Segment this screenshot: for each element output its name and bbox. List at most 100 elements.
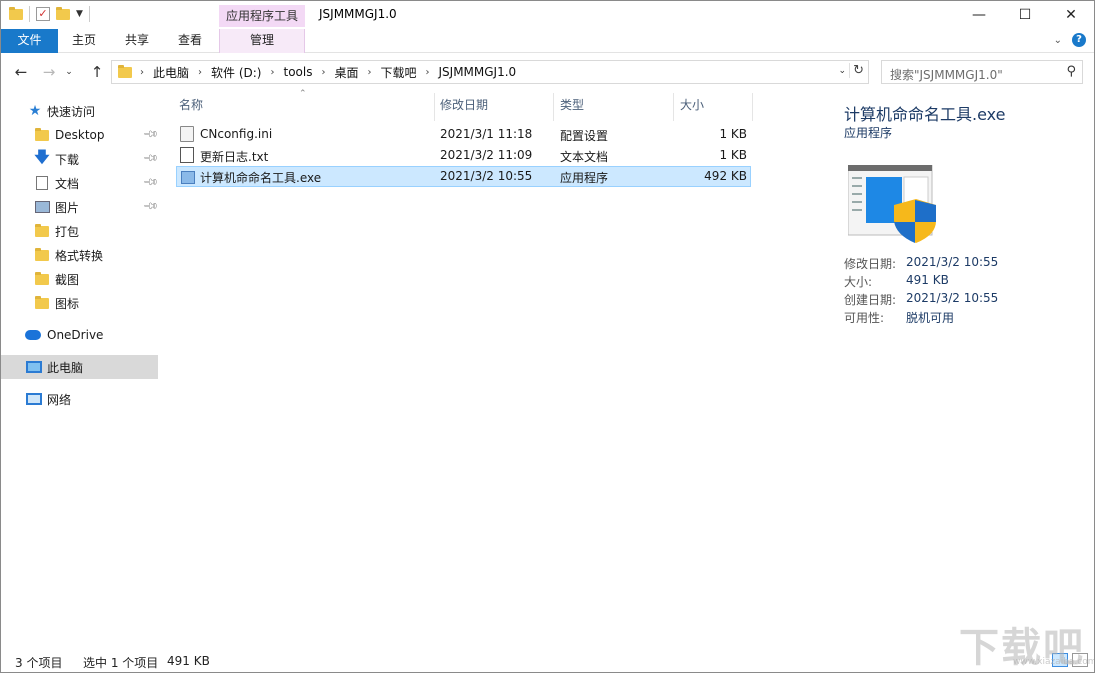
explorer-window: ✓ ▼ 应用程序工具 JSJMMMGJ1.0 — ☐ ✕ 文件 主页 共享 查看… — [0, 0, 1095, 673]
pin-icon[interactable]: 📌︎ — [142, 126, 159, 143]
column-divider[interactable] — [553, 93, 554, 121]
new-folder-icon[interactable] — [56, 6, 70, 20]
properties-icon[interactable]: ✓ — [36, 7, 50, 21]
details-pane: 计算机命命名工具.exe 应用程序 修改日期: 2021/3/2 10:55 大… — [820, 89, 1094, 641]
status-item-count: 3 个项目 — [15, 656, 63, 670]
sidebar-item-this-pc[interactable]: 此电脑 — [1, 355, 158, 379]
column-divider[interactable] — [673, 93, 674, 121]
sidebar-item-label: Desktop — [55, 128, 105, 142]
status-selection: 选中 1 个项目 — [83, 656, 159, 670]
sidebar-item-label: 网络 — [47, 392, 72, 407]
sidebar-item-label: 截图 — [55, 272, 80, 287]
breadcrumb-item[interactable]: 软件 (D:) — [211, 64, 261, 81]
sidebar-item-label: 格式转换 — [55, 248, 104, 263]
breadcrumb-item[interactable]: 下载吧 — [380, 64, 416, 81]
minimize-button[interactable]: — — [956, 1, 1002, 29]
sidebar-item-desktop[interactable]: Desktop 📌︎ — [1, 123, 159, 147]
maximize-button[interactable]: ☐ — [1002, 1, 1048, 29]
refresh-icon[interactable]: ↻ — [849, 63, 864, 78]
column-header-name[interactable]: 名称 — [179, 93, 203, 117]
file-type: 应用程序 — [560, 171, 609, 185]
pin-icon[interactable]: 📌︎ — [142, 150, 159, 167]
tab-view[interactable]: 查看 — [172, 29, 208, 53]
table-row[interactable]: 计算机命命名工具.exe 2021/3/2 10:55 应用程序 492 KB — [176, 166, 751, 187]
column-header-type[interactable]: 类型 — [560, 93, 584, 117]
search-input[interactable]: 搜索"JSJMMMGJ1.0" ⚲ — [881, 60, 1083, 84]
tab-home[interactable]: 主页 — [66, 29, 102, 53]
sidebar-item-label: OneDrive — [47, 328, 104, 342]
breadcrumb-chevron-icon[interactable]: › — [198, 67, 202, 78]
tab-manage[interactable]: 管理 — [219, 29, 305, 53]
back-arrow-icon[interactable]: ← — [11, 62, 31, 82]
application-shield-icon — [848, 165, 936, 243]
breadcrumb-item[interactable]: 此电脑 — [153, 64, 189, 81]
up-arrow-icon[interactable]: ↑ — [87, 62, 107, 82]
navigation-pane: ★ 快速访问 Desktop 📌︎ 🡇 下载 📌︎ 文档 📌︎ 图片 📌︎ 打包 — [1, 93, 161, 641]
folder-icon — [34, 247, 50, 263]
table-row[interactable]: 更新日志.txt 2021/3/2 11:09 文本文档 1 KB — [176, 145, 751, 166]
expand-ribbon-chevron-icon[interactable]: ⌄ — [1054, 35, 1062, 46]
details-value: 2021/3/2 10:55 — [906, 255, 999, 269]
close-button[interactable]: ✕ — [1048, 1, 1094, 29]
column-divider[interactable] — [752, 93, 753, 121]
breadcrumb-chevron-icon[interactable]: › — [367, 67, 371, 78]
sidebar-item-folder[interactable]: 图标 — [1, 291, 158, 315]
sidebar-item-network[interactable]: 网络 — [1, 387, 158, 411]
column-header-modified[interactable]: 修改日期 — [440, 93, 488, 117]
sidebar-item-quick-access[interactable]: ★ 快速访问 — [1, 99, 158, 123]
address-bar[interactable]: › 此电脑 › 软件 (D:) › tools › 桌面 › 下载吧 › JSJ… — [111, 60, 869, 84]
network-icon — [26, 391, 42, 407]
column-divider[interactable] — [434, 93, 435, 121]
sidebar-item-downloads[interactable]: 🡇 下载 📌︎ — [1, 147, 158, 171]
search-icon[interactable]: ⚲ — [1066, 64, 1076, 79]
file-modified: 2021/3/1 11:18 — [440, 127, 533, 141]
forward-arrow-icon[interactable]: → — [39, 62, 59, 82]
window-controls: — ☐ ✕ — [956, 1, 1094, 29]
breadcrumb-item[interactable]: JSJMMMGJ1.0 — [439, 65, 517, 79]
column-header-size[interactable]: 大小 — [680, 93, 704, 117]
search-placeholder: 搜索"JSJMMMGJ1.0" — [890, 68, 1003, 82]
sidebar-item-onedrive[interactable]: OneDrive — [1, 323, 158, 347]
help-icon[interactable]: ? — [1072, 33, 1086, 47]
details-key: 可用性: — [844, 311, 885, 325]
quick-access-toolbar: ✓ ▼ — [9, 6, 90, 22]
star-icon: ★ — [28, 103, 42, 119]
sidebar-item-pictures[interactable]: 图片 📌︎ — [1, 195, 159, 219]
breadcrumb-item[interactable]: tools — [283, 65, 312, 79]
exe-file-icon — [181, 171, 195, 184]
pin-icon[interactable]: 📌︎ — [142, 198, 159, 215]
breadcrumb-chevron-icon[interactable]: › — [321, 67, 325, 78]
file-name: 计算机命命名工具.exe — [200, 171, 322, 185]
sidebar-item-folder[interactable]: 格式转换 — [1, 243, 158, 267]
pin-icon[interactable]: 📌︎ — [142, 174, 159, 191]
toolbar-divider — [29, 6, 30, 22]
details-value: 脱机可用 — [906, 311, 955, 325]
status-selection-size: 491 KB — [167, 654, 210, 668]
sidebar-item-documents[interactable]: 文档 📌︎ — [1, 171, 159, 195]
document-icon — [34, 175, 50, 191]
sidebar-item-folder[interactable]: 打包 — [1, 219, 158, 243]
picture-icon — [34, 199, 50, 215]
customize-toolbar-chevron-icon[interactable]: ▼ — [76, 9, 83, 19]
sidebar-item-label: 图片 — [55, 200, 80, 215]
details-key: 创建日期: — [844, 293, 897, 307]
sidebar-item-label: 打包 — [55, 224, 80, 239]
sidebar-item-folder[interactable]: 截图 — [1, 267, 158, 291]
ribbon-right-controls: ⌄ ? — [1054, 33, 1086, 47]
sidebar-item-label: 下载 — [55, 152, 80, 167]
tab-share[interactable]: 共享 — [119, 29, 155, 53]
computer-icon — [26, 359, 42, 375]
tab-file[interactable]: 文件 — [1, 29, 58, 53]
folder-icon — [34, 295, 50, 311]
breadcrumb-item[interactable]: 桌面 — [334, 64, 358, 81]
table-row[interactable]: CNconfig.ini 2021/3/1 11:18 配置设置 1 KB — [176, 124, 751, 145]
breadcrumb: 此电脑 › 软件 (D:) › tools › 桌面 › 下载吧 › JSJMM… — [153, 64, 516, 81]
navigation-bar: ← → ⌄ ↑ › 此电脑 › 软件 (D:) › tools › 桌面 › 下… — [1, 58, 1094, 86]
recent-locations-chevron-icon[interactable]: ⌄ — [63, 62, 75, 82]
sidebar-item-label: 图标 — [55, 296, 80, 311]
folder-icon — [34, 127, 50, 143]
address-history-chevron-icon[interactable]: ⌄ — [838, 66, 846, 76]
breadcrumb-chevron-icon[interactable]: › — [140, 67, 144, 78]
breadcrumb-chevron-icon[interactable]: › — [270, 67, 274, 78]
breadcrumb-chevron-icon[interactable]: › — [426, 67, 430, 78]
